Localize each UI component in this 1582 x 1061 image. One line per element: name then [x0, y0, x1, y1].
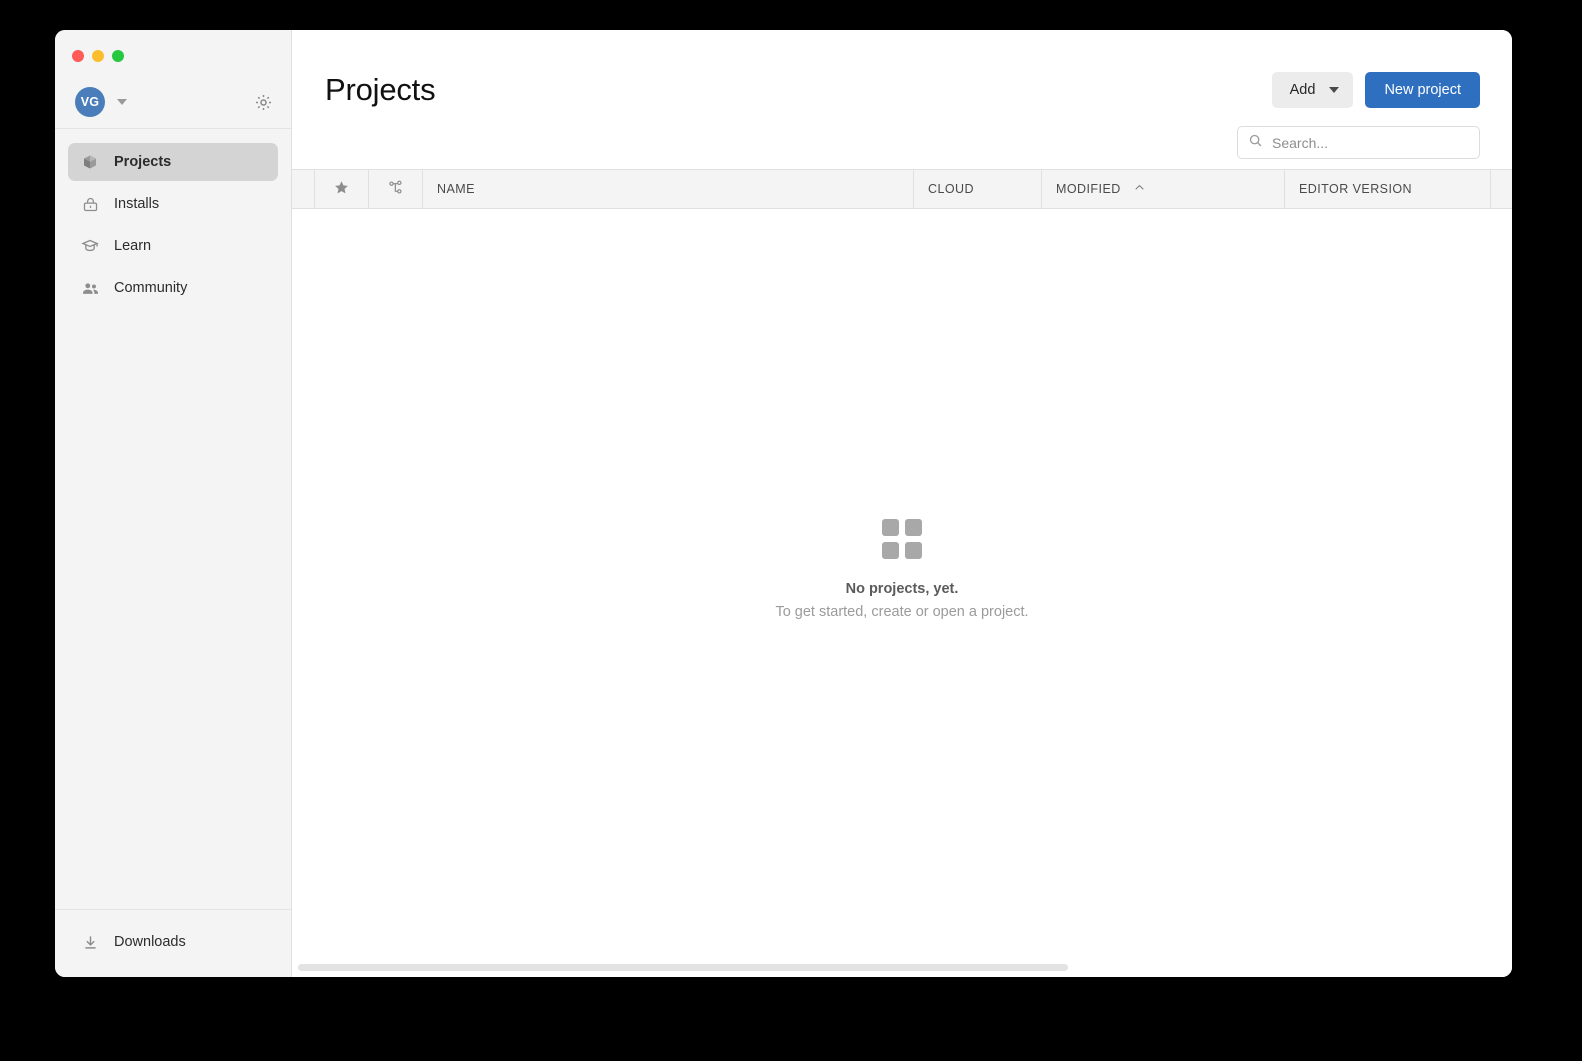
add-button[interactable]: Add	[1271, 72, 1354, 108]
column-header-version-control[interactable]	[369, 170, 423, 208]
grid-squares-icon	[882, 519, 922, 559]
projects-table-body: No projects, yet. To get started, create…	[292, 209, 1512, 977]
add-button-label: Add	[1289, 82, 1316, 98]
column-header-label: EDITOR VERSION	[1299, 182, 1413, 196]
empty-state: No projects, yet. To get started, create…	[292, 519, 1512, 620]
column-header-spacer	[292, 170, 315, 208]
minimize-window-button[interactable]	[92, 50, 104, 62]
sidebar-item-projects[interactable]: Projects	[68, 143, 278, 181]
maximize-window-button[interactable]	[112, 50, 124, 62]
sidebar-footer: Downloads	[55, 909, 291, 977]
page-title: Projects	[325, 72, 436, 107]
sidebar-item-downloads[interactable]: Downloads	[68, 923, 278, 961]
column-header-cloud[interactable]: CLOUD	[914, 170, 1042, 208]
column-header-favorite[interactable]	[315, 170, 369, 208]
gear-icon[interactable]	[252, 91, 274, 113]
column-header-name[interactable]: NAME	[423, 170, 914, 208]
sidebar-item-installs[interactable]: Installs	[68, 185, 278, 223]
new-project-button[interactable]: New project	[1365, 72, 1480, 108]
sidebar-item-label: Downloads	[114, 934, 186, 950]
sidebar-item-learn[interactable]: Learn	[68, 227, 278, 265]
column-header-editor-version[interactable]: EDITOR VERSION	[1285, 170, 1491, 208]
graduation-cap-icon	[80, 236, 100, 256]
sidebar-item-community[interactable]: Community	[68, 269, 278, 307]
chevron-down-icon	[1329, 87, 1340, 93]
search-input[interactable]	[1272, 134, 1469, 151]
avatar[interactable]: VG	[75, 87, 105, 117]
sidebar-item-label: Learn	[114, 238, 152, 254]
search-row	[292, 116, 1512, 169]
close-window-button[interactable]	[72, 50, 84, 62]
empty-state-title: No projects, yet.	[845, 581, 959, 597]
app-window: VG Projects Installs Learn Community Dow…	[55, 30, 1512, 977]
sidebar-nav: Projects Installs Learn Community	[55, 129, 291, 307]
column-header-label: NAME	[437, 182, 475, 196]
column-header-label: CLOUD	[928, 182, 975, 196]
chevron-up-icon	[1133, 181, 1146, 197]
download-icon	[80, 932, 100, 952]
empty-state-subtitle: To get started, create or open a project…	[775, 604, 1029, 620]
chevron-down-icon[interactable]	[117, 99, 127, 105]
search-box[interactable]	[1237, 126, 1480, 159]
header-actions: Add New project	[1271, 72, 1480, 108]
horizontal-scrollbar[interactable]	[298, 964, 1068, 971]
search-icon	[1248, 133, 1263, 153]
star-icon	[333, 179, 350, 199]
column-header-modified[interactable]: MODIFIED	[1042, 170, 1285, 208]
people-icon	[80, 278, 100, 298]
git-branch-icon	[387, 179, 404, 199]
window-traffic-lights	[55, 30, 291, 76]
archive-icon	[80, 194, 100, 214]
table-header-row: NAME CLOUD MODIFIED EDITOR VERSION	[292, 169, 1512, 209]
sidebar-item-label: Projects	[114, 154, 172, 170]
sidebar-item-label: Installs	[114, 196, 160, 212]
main-content: Projects Add New project Search... NAME …	[292, 30, 1512, 977]
account-row[interactable]: VG	[55, 76, 291, 129]
column-header-label: MODIFIED	[1056, 182, 1121, 196]
main-header: Projects Add New project	[292, 30, 1512, 116]
column-header-trailing	[1491, 170, 1512, 208]
sidebar: VG Projects Installs Learn Community Dow…	[55, 30, 292, 977]
cube-icon	[80, 152, 100, 172]
sidebar-item-label: Community	[114, 280, 188, 296]
